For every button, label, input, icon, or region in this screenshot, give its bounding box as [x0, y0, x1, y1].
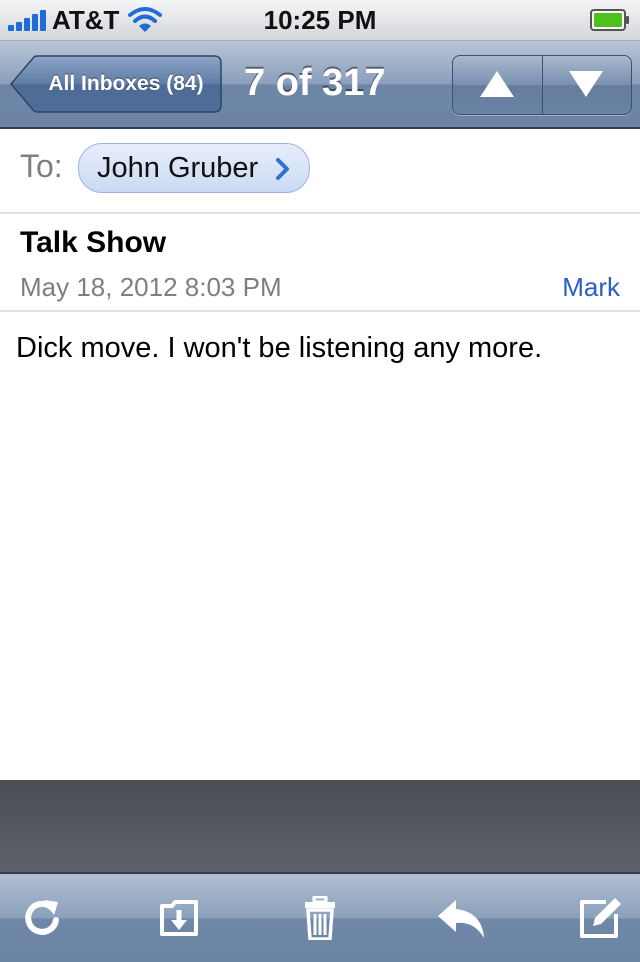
check-mail-button[interactable]	[2, 874, 82, 962]
compose-icon	[580, 898, 621, 938]
compose-button[interactable]	[560, 874, 640, 962]
recipients-row: To: John Gruber	[0, 128, 640, 214]
move-to-folder-icon	[160, 900, 198, 936]
delete-button[interactable]	[280, 874, 360, 962]
message-body: Dick move. I won't be listening any more…	[16, 332, 543, 364]
chevron-right-icon	[276, 158, 289, 180]
move-message-button[interactable]	[140, 874, 220, 962]
message-date: May 18, 2012 8:03 PM	[20, 272, 282, 302]
message-position-title: 7 of 317	[244, 62, 386, 104]
back-button-label: All Inboxes (84)	[48, 72, 204, 95]
subject-line: Talk Show	[20, 226, 167, 259]
status-bar: AT&T 10:25 PM	[0, 0, 640, 41]
message-end-area	[0, 780, 640, 872]
mark-button[interactable]: Mark	[562, 272, 620, 303]
next-message-button[interactable]	[542, 56, 631, 114]
trash-icon	[305, 896, 335, 940]
arrow-down-icon	[569, 71, 603, 97]
to-label: To:	[20, 148, 63, 184]
clock: 10:25 PM	[263, 5, 377, 35]
message-navigation-control	[452, 55, 632, 115]
bottom-toolbar	[0, 872, 640, 962]
reply-icon	[438, 900, 484, 938]
refresh-icon	[25, 900, 59, 935]
battery-icon	[590, 9, 630, 31]
recipient-name: John Gruber	[97, 152, 259, 184]
previous-message-button[interactable]	[453, 56, 543, 114]
reply-button[interactable]	[418, 874, 498, 962]
navigation-bar: All Inboxes (84) 7 of 317	[0, 41, 640, 129]
subject-row: Talk Show May 18, 2012 8:03 PM Mark	[0, 214, 640, 312]
back-button-all-inboxes[interactable]: All Inboxes (84)	[10, 55, 222, 113]
recipient-chip[interactable]: John Gruber	[78, 143, 310, 193]
arrow-up-icon	[480, 71, 514, 97]
